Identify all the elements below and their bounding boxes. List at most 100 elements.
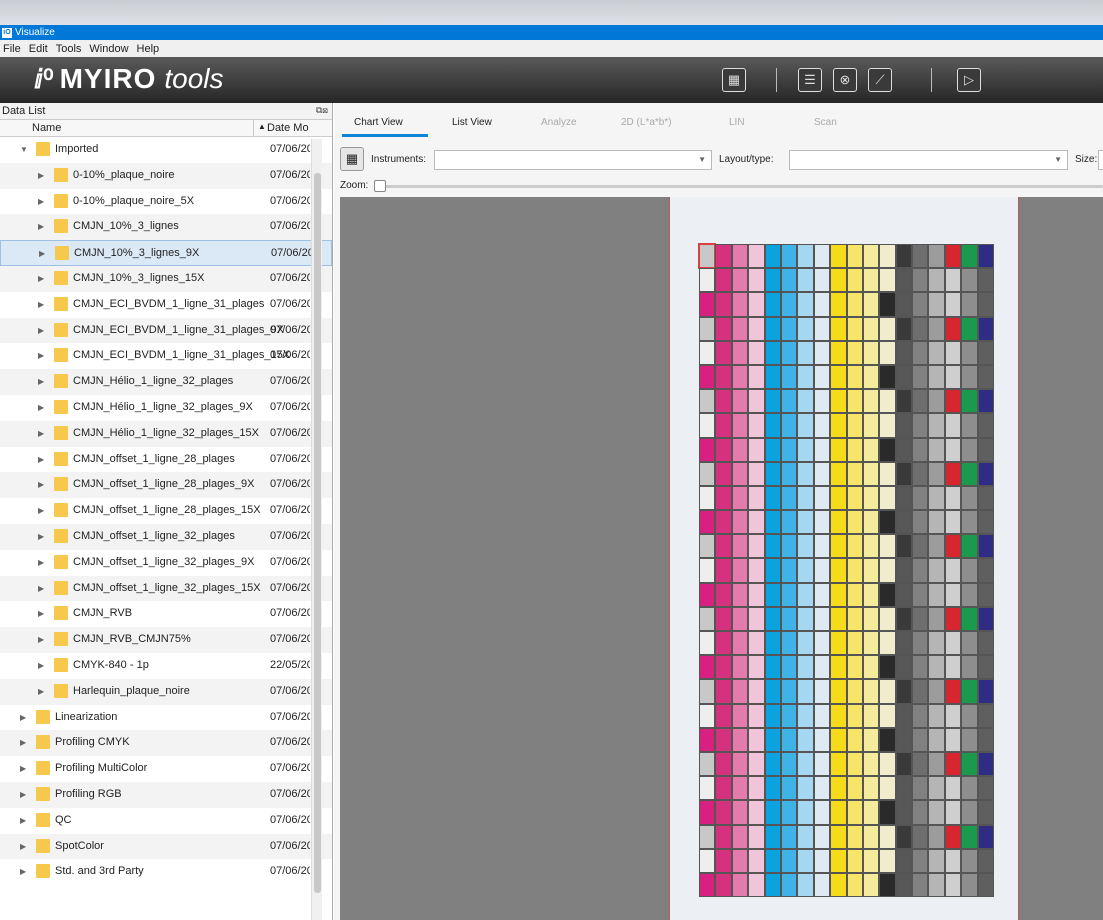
color-patch[interactable]	[830, 534, 847, 559]
color-patch[interactable]	[912, 534, 929, 559]
color-patch[interactable]	[862, 631, 880, 656]
color-patch[interactable]	[944, 582, 962, 607]
color-patch[interactable]	[699, 316, 716, 341]
chevron-right-icon[interactable]: ▶	[38, 661, 44, 670]
list-item[interactable]: ▶ CMJN_offset_1_ligne_32_plages_9X 07/06/2…	[0, 550, 332, 576]
color-patch[interactable]	[846, 703, 863, 728]
color-patch[interactable]	[928, 606, 945, 631]
color-patch[interactable]	[748, 268, 765, 293]
color-patch[interactable]	[846, 437, 863, 462]
color-patch[interactable]	[699, 510, 716, 535]
color-patch[interactable]	[895, 776, 913, 801]
color-patch[interactable]	[715, 292, 732, 317]
color-patch[interactable]	[780, 413, 798, 438]
color-patch[interactable]	[780, 872, 798, 898]
color-patch[interactable]	[731, 485, 749, 511]
color-patch[interactable]	[797, 340, 814, 365]
color-patch[interactable]	[895, 703, 913, 728]
color-patch[interactable]	[977, 389, 995, 414]
color-patch[interactable]	[731, 389, 749, 414]
color-patch[interactable]	[813, 485, 831, 511]
color-patch[interactable]	[961, 510, 978, 535]
color-patch[interactable]	[846, 485, 863, 511]
color-patch[interactable]	[830, 461, 847, 486]
color-patch[interactable]	[699, 679, 716, 704]
color-patch[interactable]	[830, 655, 847, 680]
color-patch[interactable]	[797, 292, 814, 317]
instruments-select[interactable]: ▼	[434, 150, 712, 170]
color-patch[interactable]	[961, 437, 978, 462]
color-patch[interactable]	[912, 316, 929, 341]
color-patch[interactable]	[797, 413, 814, 438]
chevron-right-icon[interactable]: ▶	[38, 351, 44, 360]
chevron-right-icon[interactable]: ▶	[20, 842, 26, 851]
color-patch[interactable]	[912, 800, 929, 825]
color-patch[interactable]	[862, 558, 880, 583]
color-patch[interactable]	[764, 727, 781, 752]
color-patch[interactable]	[699, 776, 716, 801]
color-patch[interactable]	[977, 655, 995, 680]
color-patch[interactable]	[699, 848, 716, 873]
color-patch[interactable]	[748, 461, 765, 486]
color-patch[interactable]	[780, 340, 798, 365]
color-patch[interactable]	[780, 268, 798, 293]
color-patch[interactable]	[731, 316, 749, 341]
color-patch[interactable]	[846, 824, 863, 849]
color-patch[interactable]	[928, 244, 945, 269]
color-patch[interactable]	[764, 655, 781, 680]
color-patch[interactable]	[879, 872, 896, 898]
color-patch[interactable]	[928, 582, 945, 607]
color-patch[interactable]	[928, 534, 945, 559]
color-patch[interactable]	[944, 872, 962, 898]
color-patch[interactable]	[977, 703, 995, 728]
color-patch[interactable]	[944, 437, 962, 462]
color-patch[interactable]	[895, 244, 913, 269]
color-patch[interactable]	[699, 389, 716, 414]
color-patch[interactable]	[862, 727, 880, 752]
color-patch[interactable]	[944, 292, 962, 317]
color-patch[interactable]	[944, 268, 962, 293]
color-patch[interactable]	[862, 485, 880, 511]
color-patch[interactable]	[944, 848, 962, 873]
color-patch[interactable]	[780, 461, 798, 486]
color-patch[interactable]	[797, 800, 814, 825]
color-patch[interactable]	[780, 244, 798, 269]
color-patch[interactable]	[846, 413, 863, 438]
color-patch[interactable]	[830, 606, 847, 631]
color-patch[interactable]	[846, 389, 863, 414]
color-patch[interactable]	[813, 437, 831, 462]
color-patch[interactable]	[928, 631, 945, 656]
color-patch[interactable]	[731, 244, 749, 269]
chevron-right-icon[interactable]: ▶	[38, 326, 44, 335]
color-patch[interactable]	[731, 437, 749, 462]
color-patch[interactable]	[780, 389, 798, 414]
color-patch[interactable]	[895, 800, 913, 825]
color-patch[interactable]	[699, 800, 716, 825]
color-patch[interactable]	[715, 364, 732, 390]
color-patch[interactable]	[748, 582, 765, 607]
color-patch[interactable]	[748, 413, 765, 438]
color-patch[interactable]	[731, 582, 749, 607]
color-patch[interactable]	[912, 776, 929, 801]
layout-type-select[interactable]: ▼	[789, 150, 1068, 170]
color-patch[interactable]	[912, 679, 929, 704]
color-patch[interactable]	[748, 364, 765, 390]
color-patch[interactable]	[699, 872, 716, 898]
color-patch[interactable]	[731, 364, 749, 390]
color-patch[interactable]	[748, 631, 765, 656]
color-patch[interactable]	[780, 848, 798, 873]
list-item[interactable]: ▶ Profiling RGB 07/06/20	[0, 781, 332, 808]
chevron-right-icon[interactable]: ▶	[20, 790, 26, 799]
target-icon[interactable]: ⊗	[833, 68, 857, 92]
color-patch[interactable]	[846, 510, 863, 535]
tab-scan[interactable]: Scan	[814, 117, 837, 128]
color-patch[interactable]	[764, 485, 781, 511]
color-patch[interactable]	[830, 510, 847, 535]
color-patch[interactable]	[961, 655, 978, 680]
color-patch[interactable]	[961, 679, 978, 704]
color-patch[interactable]	[977, 292, 995, 317]
list-item[interactable]: ▶ CMJN_ECI_BVDM_1_ligne_31_plages_15X 07/0…	[0, 343, 332, 369]
color-patch[interactable]	[780, 316, 798, 341]
color-patch[interactable]	[961, 485, 978, 511]
color-patch[interactable]	[912, 582, 929, 607]
